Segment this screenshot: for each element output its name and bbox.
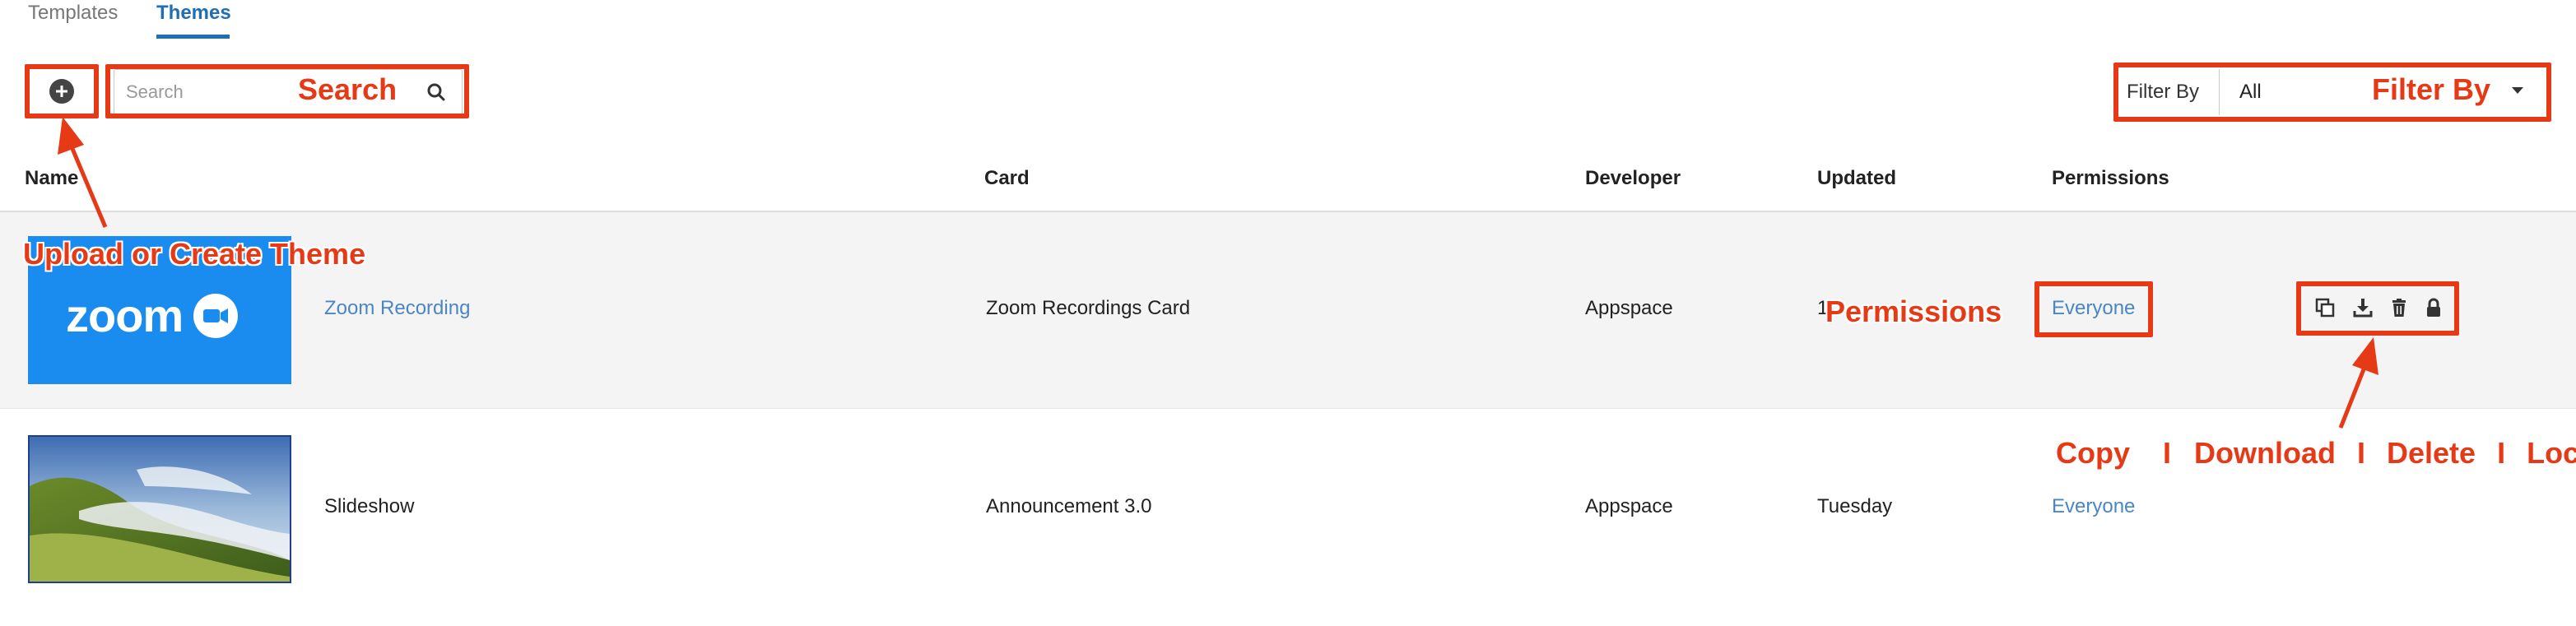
annotation-label-copy: Copy	[2056, 436, 2130, 470]
row-name[interactable]: Slideshow	[324, 495, 414, 518]
annotation-label-search: Search	[298, 72, 398, 106]
annotation-box-permissions	[2034, 281, 2153, 337]
column-header-card[interactable]: Card	[984, 167, 1030, 190]
row-developer: Appspace	[1585, 297, 1673, 319]
landscape-photo	[30, 437, 290, 582]
annotation-arrow-up	[2338, 337, 2378, 429]
row-divider	[0, 408, 2576, 409]
annotation-box-add	[25, 64, 99, 118]
column-header-developer[interactable]: Developer	[1585, 167, 1681, 190]
tab-themes[interactable]: Themes	[156, 2, 231, 25]
annotation-label-download: Download	[2194, 436, 2336, 470]
annotation-label-upload-create: Upload or Create Theme	[23, 237, 366, 271]
annotation-label-filter: Filter By	[2372, 72, 2491, 106]
annotation-arrow-up	[58, 117, 108, 228]
active-tab-indicator	[156, 35, 230, 39]
row-developer: Appspace	[1585, 495, 1673, 517]
camera-icon	[193, 293, 239, 338]
annotation-box-search	[105, 64, 469, 118]
zoom-logo-text: zoom	[66, 290, 184, 341]
row-thumbnail-slideshow	[28, 435, 291, 583]
annotation-label-lock: Lock	[2527, 436, 2576, 470]
row-name-link[interactable]: Zoom Recording	[324, 297, 470, 320]
annotation-label-permissions: Permissions	[1825, 294, 2002, 328]
row-permissions-link[interactable]: Everyone	[2052, 495, 2135, 518]
row-card: Announcement 3.0	[986, 495, 1152, 517]
column-header-updated[interactable]: Updated	[1817, 167, 1896, 190]
row-card: Zoom Recordings Card	[986, 297, 1191, 319]
annotation-actions-legend: Copy I Download I Delete I Lock	[2056, 436, 2576, 471]
annotation-box-actions	[2296, 281, 2459, 336]
tab-templates[interactable]: Templates	[28, 2, 118, 25]
annotation-separator: I	[2357, 436, 2366, 470]
row-updated: Tuesday	[1817, 495, 1893, 517]
annotation-label-delete: Delete	[2387, 436, 2476, 470]
annotation-separator: I	[2163, 436, 2172, 470]
column-header-permissions[interactable]: Permissions	[2052, 167, 2169, 190]
annotation-separator: I	[2497, 436, 2506, 470]
